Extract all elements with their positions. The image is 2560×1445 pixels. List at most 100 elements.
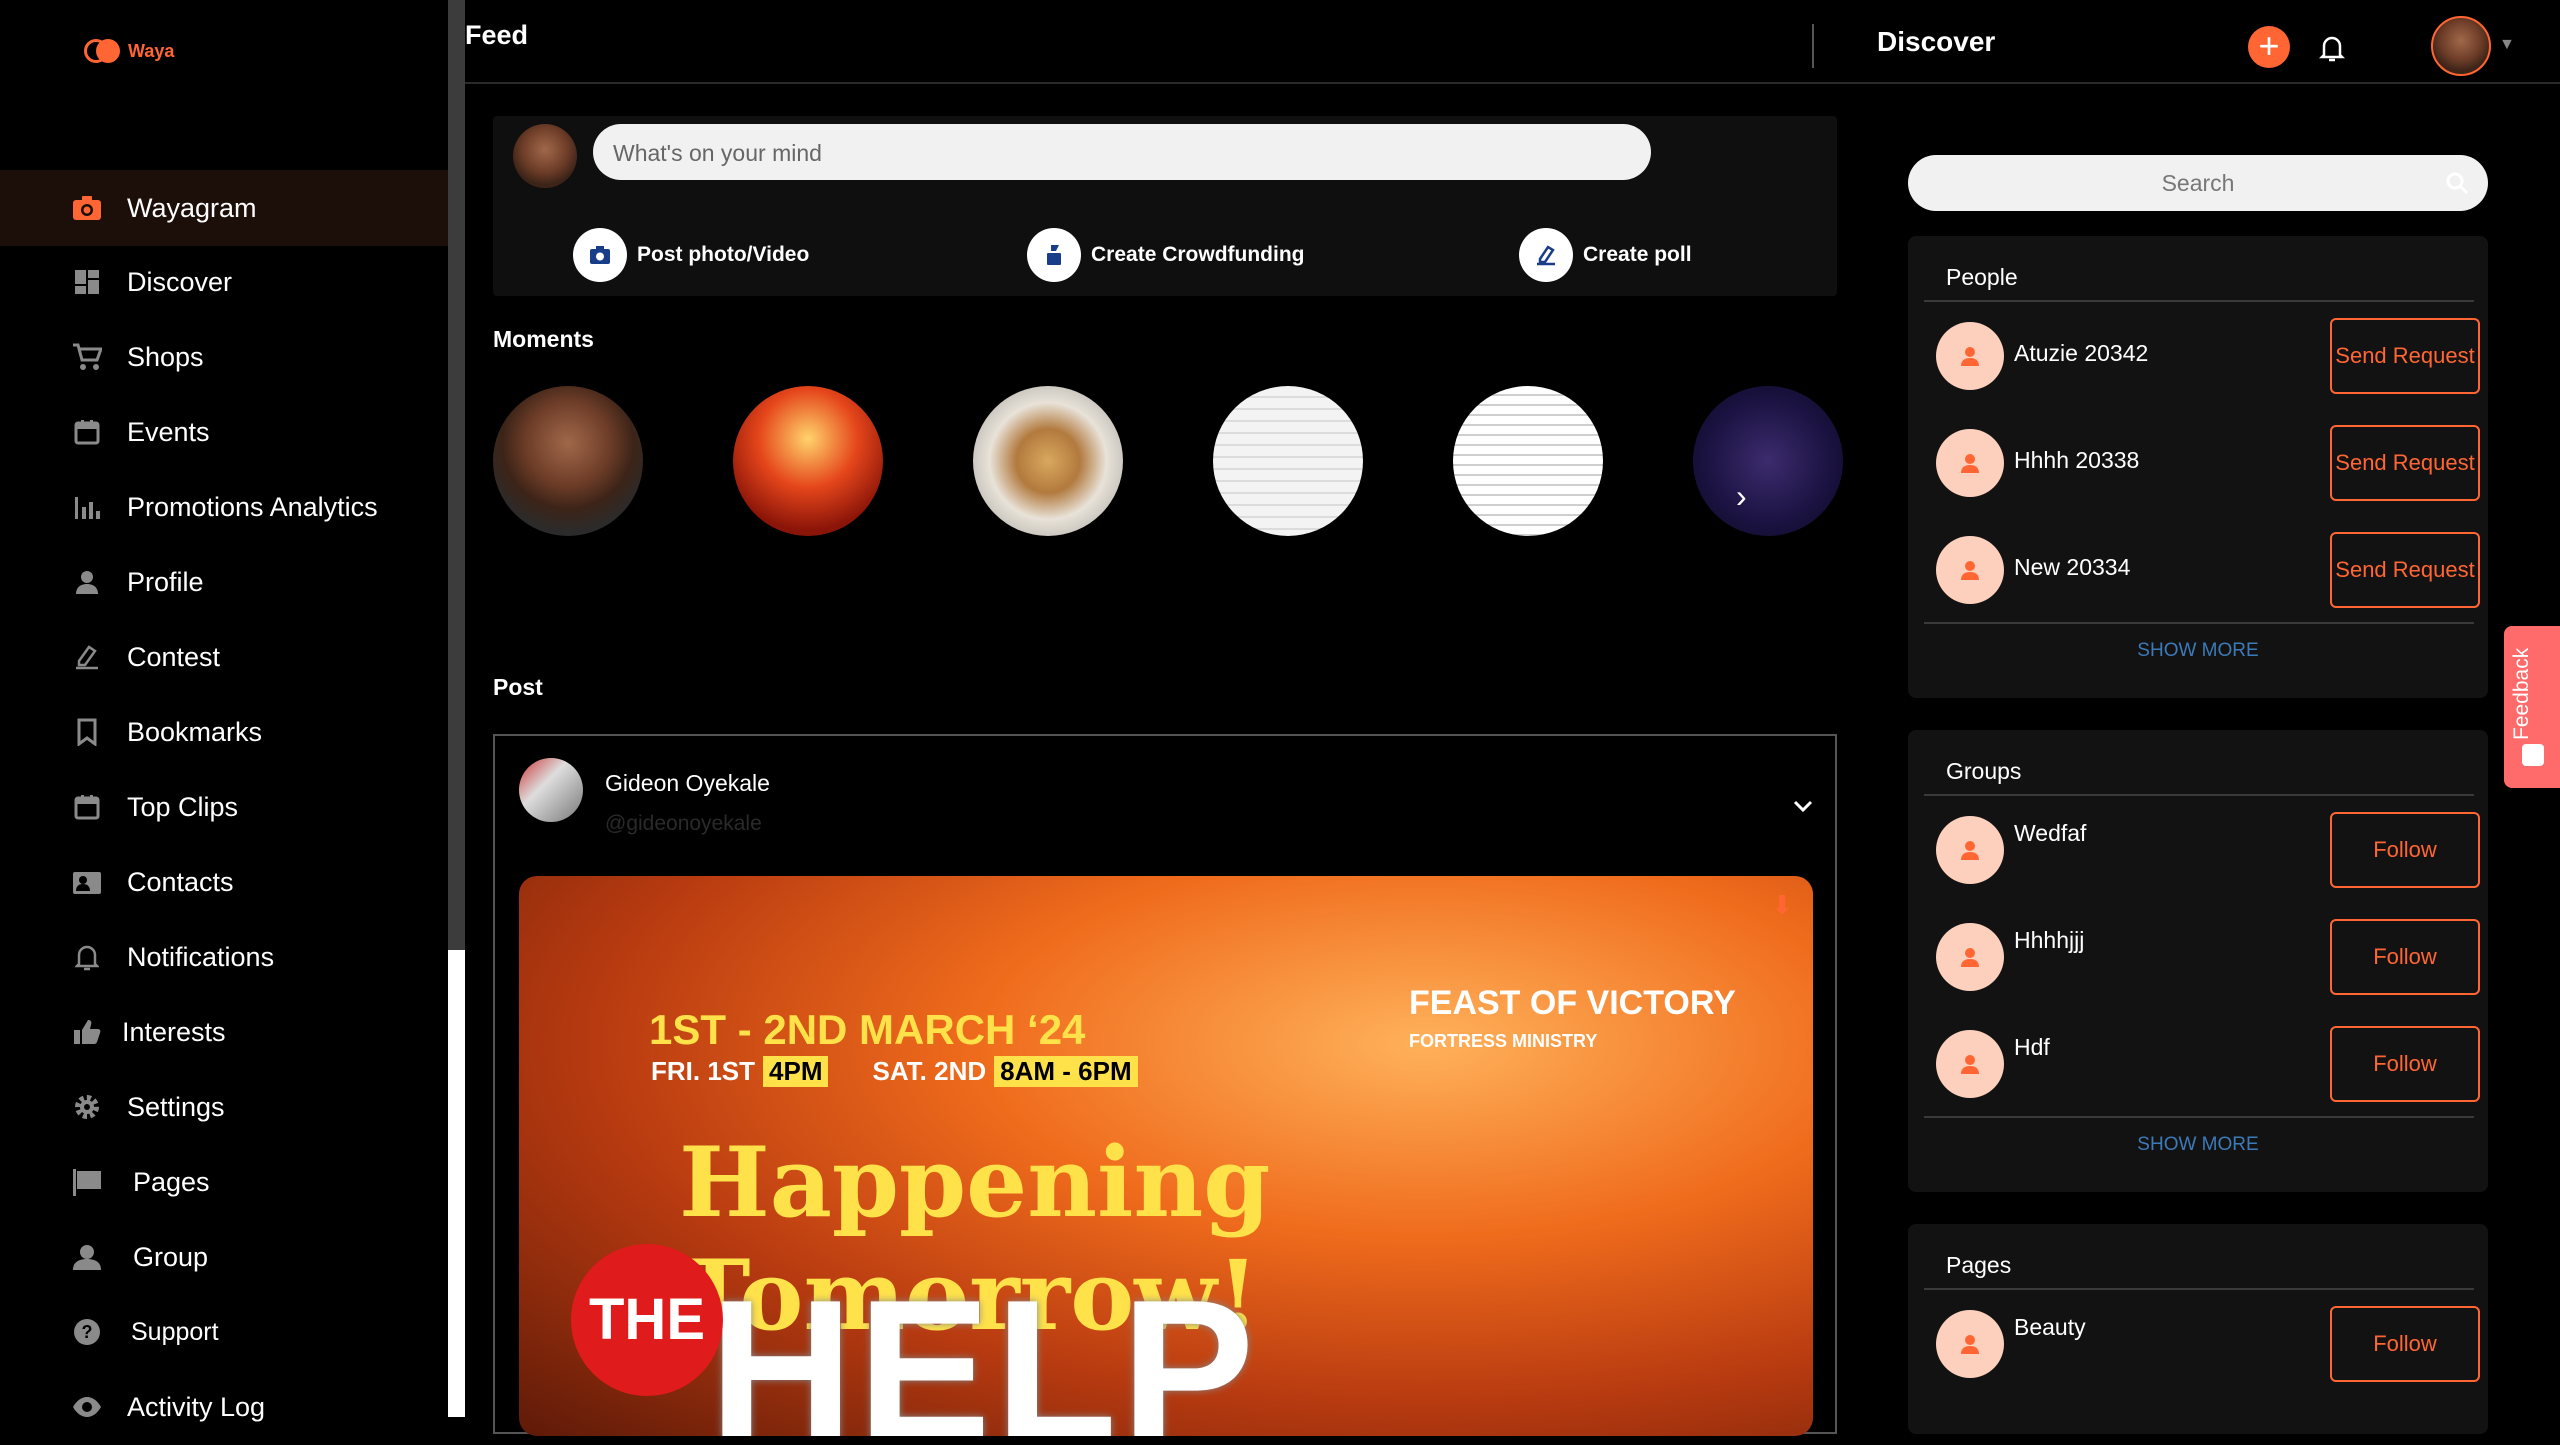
discover-title: Discover (1877, 26, 1996, 57)
moment-thumbnail[interactable] (493, 386, 643, 536)
download-icon[interactable]: ⬇ (1771, 890, 1793, 921)
group-name[interactable]: Wedfaf (2014, 820, 2086, 847)
sidebar-item-settings[interactable]: Settings (0, 1069, 448, 1145)
help-icon: ? (70, 1315, 104, 1349)
post-author-name[interactable]: Gideon Oyekale (605, 770, 770, 797)
sidebar-scrollbar[interactable] (448, 0, 465, 1417)
moments-title: Moments (493, 326, 594, 352)
moment-thumbnail[interactable] (1693, 386, 1843, 536)
person-icon (1936, 816, 2004, 884)
divider (1924, 1116, 2474, 1118)
follow-button[interactable]: Follow (2330, 919, 2480, 995)
waya-logo[interactable]: Waya (84, 38, 174, 64)
sidebar-item-label: Pages (133, 1166, 210, 1197)
caret-down-icon[interactable]: ▼ (2499, 36, 2515, 54)
person-name[interactable]: New 20334 (2014, 554, 2130, 581)
logo-text: Waya (128, 40, 175, 61)
show-more-link[interactable]: SHOW MORE (1908, 1134, 2488, 1156)
sidebar-item-label: Activity Log (127, 1391, 266, 1422)
sidebar-item-notifications[interactable]: Notifications (0, 919, 448, 995)
sidebar-item-group[interactable]: Group (0, 1219, 448, 1295)
thumbs-up-icon (70, 1015, 104, 1049)
sidebar-item-bookmarks[interactable]: Bookmarks (0, 694, 448, 770)
follow-button[interactable]: Follow (2330, 1026, 2480, 1102)
vote-icon (70, 640, 104, 674)
person-icon (1936, 1030, 2004, 1098)
sidebar-item-shops[interactable]: Shops (0, 319, 448, 395)
list-item: New 20334 Send Request (1936, 532, 2480, 608)
sidebar-item-activity-log[interactable]: Activity Log (0, 1369, 448, 1445)
list-item: Hhhh 20338 Send Request (1936, 425, 2480, 501)
feedback-tab[interactable]: Feedback (2504, 626, 2560, 788)
add-button[interactable]: + (2248, 26, 2290, 68)
divider (1924, 1288, 2474, 1290)
sidebar-item-label: Contacts (127, 866, 234, 897)
sidebar-item-label: Interests (122, 1016, 226, 1047)
show-more-link[interactable]: SHOW MORE (1908, 640, 2488, 662)
person-icon (1936, 536, 2004, 604)
create-poll-button[interactable]: Create poll (1519, 228, 1692, 282)
sidebar-item-profile[interactable]: Profile (0, 544, 448, 620)
time1: 4PM (763, 1056, 829, 1087)
bell-icon (70, 940, 104, 974)
user-avatar[interactable] (2431, 16, 2491, 76)
pages-title: Pages (1946, 1252, 2012, 1278)
sidebar-item-pages[interactable]: Pages (0, 1144, 448, 1220)
sidebar-item-support[interactable]: ? Support (0, 1294, 448, 1370)
moment-thumbnail[interactable] (1453, 386, 1603, 536)
sidebar-item-label: Promotions Analytics (127, 491, 378, 522)
sidebar-item-top-clips[interactable]: Top Clips (0, 769, 448, 845)
sidebar-item-discover[interactable]: Discover (0, 244, 448, 320)
person-name[interactable]: Atuzie 20342 (2014, 340, 2148, 367)
sidebar-item-label: Group (133, 1241, 209, 1272)
follow-button[interactable]: Follow (2330, 812, 2480, 888)
create-crowdfunding-button[interactable]: Create Crowdfunding (1027, 228, 1305, 282)
plus-icon: + (2258, 25, 2280, 66)
groups-panel: Groups Wedfaf Follow Hhhhjjj Follow Hdf … (1908, 730, 2488, 1192)
sidebar-item-promotions-analytics[interactable]: Promotions Analytics (0, 469, 448, 545)
moment-thumbnail[interactable] (1213, 386, 1363, 536)
sidebar-item-interests[interactable]: Interests (0, 994, 448, 1070)
event-dates: 1ST - 2ND MARCH ‘24 (649, 1006, 1086, 1053)
poll-icon (1519, 228, 1573, 282)
chevron-down-icon[interactable] (1791, 794, 1815, 818)
avatar[interactable] (519, 758, 583, 822)
person-name[interactable]: Hhhh 20338 (2014, 447, 2139, 474)
bar-chart-icon (70, 490, 104, 524)
sidebar-item-contest[interactable]: Contest (0, 619, 448, 695)
page-name[interactable]: Beauty (2014, 1314, 2086, 1341)
people-panel: People Atuzie 20342 Send Request Hhhh 20… (1908, 236, 2488, 698)
top-bar: Feed Discover + ▼ (465, 0, 2560, 84)
person-icon (1936, 429, 2004, 497)
group-name[interactable]: Hhhhjjj (2014, 927, 2084, 954)
group-name[interactable]: Hdf (2014, 1034, 2050, 1061)
moment-thumbnail[interactable] (973, 386, 1123, 536)
crowdfunding-icon (1027, 228, 1081, 282)
dashboard-icon (70, 265, 104, 299)
page-title: Feed (465, 20, 529, 50)
divider (1812, 24, 1814, 68)
sidebar-item-events[interactable]: Events (0, 394, 448, 470)
chevron-right-icon[interactable]: › (1736, 478, 1747, 515)
whats-on-your-mind-input[interactable]: What's on your mind (593, 124, 1651, 180)
camera-icon (70, 191, 104, 225)
day1: FRI. 1ST (651, 1056, 756, 1086)
search-input[interactable]: Search (1908, 155, 2488, 211)
post-photo-video-button[interactable]: Post photo/Video (573, 228, 809, 282)
post-image[interactable]: ⬇ 1ST - 2ND MARCH ‘24 FRI. 1ST 4PM SAT. … (519, 876, 1813, 1436)
send-request-button[interactable]: Send Request (2330, 425, 2480, 501)
notification-bell-icon[interactable] (2315, 30, 2349, 64)
post-composer: What's on your mind Post photo/Video Cre… (493, 116, 1837, 296)
eye-icon (70, 1390, 104, 1424)
send-request-button[interactable]: Send Request (2330, 532, 2480, 608)
follow-button[interactable]: Follow (2330, 1306, 2480, 1382)
search-icon[interactable] (2444, 170, 2470, 196)
sidebar-item-label: Support (131, 1317, 219, 1346)
sidebar: Waya Wayagram Discover Shops Events Prom… (0, 0, 448, 1422)
send-request-button[interactable]: Send Request (2330, 318, 2480, 394)
scrollbar-thumb[interactable] (448, 0, 465, 950)
moment-thumbnail[interactable] (733, 386, 883, 536)
sidebar-item-wayagram[interactable]: Wayagram (0, 170, 448, 246)
sidebar-item-contacts[interactable]: Contacts (0, 844, 448, 920)
cart-icon (70, 340, 104, 374)
